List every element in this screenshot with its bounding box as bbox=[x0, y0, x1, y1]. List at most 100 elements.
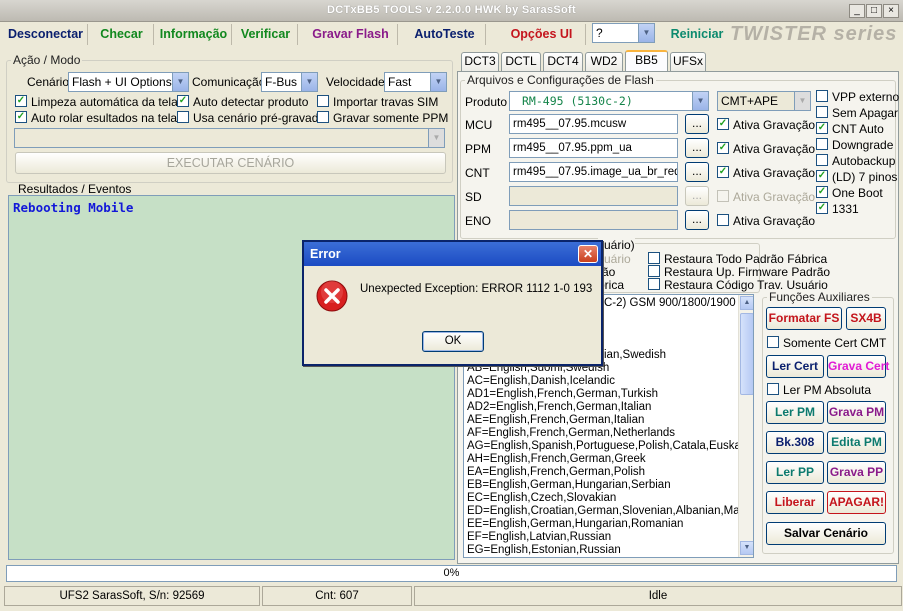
vpp-externo-checkbox[interactable] bbox=[816, 90, 828, 102]
ppm-browse-button[interactable]: ... bbox=[685, 138, 709, 158]
ler-pm-absoluta-checkbox[interactable] bbox=[767, 383, 779, 395]
bk308-button[interactable]: Bk.308 bbox=[766, 431, 824, 454]
tab-wd2[interactable]: WD2 bbox=[585, 52, 623, 71]
eno-file-field[interactable] bbox=[509, 210, 678, 230]
results-log-text: Rebooting Mobile bbox=[13, 200, 134, 215]
sd-ativa-checkbox[interactable] bbox=[717, 190, 729, 202]
cnt-file-field[interactable]: rm495__07.95.image_ua_br_red bbox=[509, 162, 678, 182]
formatar-fs-button[interactable]: Formatar FS bbox=[766, 307, 842, 330]
language-list-item[interactable]: AE=English,French,German,Italian bbox=[467, 414, 644, 427]
restaura-codigo-checkbox[interactable] bbox=[648, 278, 660, 290]
informacao-button[interactable]: Informação bbox=[156, 24, 232, 45]
autoteste-button[interactable]: AutoTeste bbox=[404, 24, 486, 45]
language-list-item[interactable]: EC=English,Czech,Slovakian bbox=[467, 492, 616, 505]
language-list-item[interactable]: AH=English,French,German,Greek bbox=[467, 453, 646, 466]
language-list-item[interactable]: AG=English,Spanish,Portuguese,Polish,Cat… bbox=[467, 440, 753, 453]
cnt-browse-button[interactable]: ... bbox=[685, 162, 709, 182]
checar-button[interactable]: Checar bbox=[90, 24, 154, 45]
language-list-item[interactable]: AF=English,French,German,Netherlands bbox=[467, 427, 675, 440]
ok-button[interactable]: OK bbox=[422, 331, 484, 352]
cmt-select[interactable]: CMT+APE ▼ bbox=[717, 91, 811, 111]
gravar-flash-button[interactable]: Gravar Flash bbox=[304, 24, 398, 45]
brand-logo: TWISTER series bbox=[730, 23, 898, 45]
grava-pp-button[interactable]: Grava PP bbox=[827, 461, 886, 484]
auto-detect-checkbox[interactable]: ✓ bbox=[177, 95, 189, 107]
ler-pp-button[interactable]: Ler PP bbox=[766, 461, 824, 484]
scroll-up-icon[interactable]: ▲ bbox=[740, 296, 753, 310]
sd-ativa-label: Ativa Gravação bbox=[733, 190, 816, 204]
auto-rolar-checkbox[interactable]: ✓ bbox=[15, 111, 27, 123]
1331-checkbox[interactable]: ✓ bbox=[816, 202, 828, 214]
dialog-close-button[interactable]: ✕ bbox=[578, 245, 598, 263]
maximize-button[interactable]: □ bbox=[866, 4, 882, 18]
mcu-ativa-checkbox[interactable]: ✓ bbox=[717, 118, 729, 130]
tab-dct3[interactable]: DCT3 bbox=[461, 52, 499, 71]
somente-cert-checkbox[interactable] bbox=[767, 336, 779, 348]
mcu-file-field[interactable]: rm495__07.95.mcusw bbox=[509, 114, 678, 134]
produto-select[interactable]: RM-495 (5130c-2) ▼ bbox=[509, 91, 709, 111]
sx4b-button[interactable]: SX4B bbox=[846, 307, 886, 330]
opcoes-ui-button[interactable]: Opções UI bbox=[498, 24, 586, 45]
apagar-button[interactable]: APAGAR! bbox=[827, 491, 886, 514]
ppm-ativa-checkbox[interactable]: ✓ bbox=[717, 142, 729, 154]
velocidade-select[interactable]: Fast ▼ bbox=[384, 72, 447, 92]
reiniciar-button[interactable]: Reiniciar bbox=[664, 24, 730, 45]
language-list-item[interactable]: EF=English,Latvian,Russian bbox=[467, 531, 611, 544]
ppm-file-field[interactable]: rm495__07.95.ppm_ua bbox=[509, 138, 678, 158]
language-scrollbar[interactable]: ▲ ▼ bbox=[738, 295, 753, 557]
ld-7-pinos-checkbox[interactable]: ✓ bbox=[816, 170, 828, 182]
tab-dct4[interactable]: DCT4 bbox=[543, 52, 583, 71]
cenario-select[interactable]: Flash + UI Options ▼ bbox=[68, 72, 189, 92]
grava-cert-button[interactable]: Grava Cert bbox=[827, 355, 889, 378]
sd-browse-button[interactable]: ... bbox=[685, 186, 709, 206]
tab-ufsx[interactable]: UFSx bbox=[670, 52, 706, 71]
scroll-down-icon[interactable]: ▼ bbox=[740, 541, 753, 555]
cnt-auto-checkbox[interactable]: ✓ bbox=[816, 122, 828, 134]
help-select[interactable]: ? ▼ bbox=[592, 23, 655, 43]
minimize-button[interactable]: _ bbox=[849, 4, 865, 18]
language-list-item[interactable]: EA=English,French,German,Polish bbox=[467, 466, 645, 479]
comunicacao-select[interactable]: F-Bus ▼ bbox=[261, 72, 318, 92]
language-list-item[interactable]: EE=English,German,Hungarian,Romanian bbox=[467, 518, 683, 531]
edita-pm-button[interactable]: Edita PM bbox=[827, 431, 886, 454]
tab-bb5[interactable]: BB5 bbox=[625, 50, 668, 72]
autobackup-checkbox[interactable] bbox=[816, 154, 828, 166]
executar-cenario-button[interactable]: EXECUTAR CENÁRIO bbox=[15, 152, 446, 174]
eno-ativa-checkbox[interactable] bbox=[717, 214, 729, 226]
grava-pm-button[interactable]: Grava PM bbox=[827, 401, 886, 424]
ler-cert-button[interactable]: Ler Cert bbox=[766, 355, 824, 378]
mcu-browse-button[interactable]: ... bbox=[685, 114, 709, 134]
language-list-item[interactable]: AC=English,Danish,Icelandic bbox=[467, 375, 615, 388]
usa-cenario-checkbox[interactable] bbox=[177, 111, 189, 123]
limpeza-checkbox[interactable]: ✓ bbox=[15, 95, 27, 107]
ld-7-pinos-label: (LD) 7 pinos bbox=[832, 170, 898, 184]
language-list-item[interactable]: AD2=English,French,German,Italian bbox=[467, 401, 651, 414]
eno-browse-button[interactable]: ... bbox=[685, 210, 709, 230]
status-bar: UFS2 SarasSoft, S/n: 92569 Cnt: 607 Idle bbox=[0, 586, 903, 606]
cnt-ativa-checkbox[interactable]: ✓ bbox=[717, 166, 729, 178]
scroll-thumb[interactable] bbox=[740, 313, 753, 395]
language-list-item[interactable]: EG=English,Estonian,Russian bbox=[467, 544, 621, 557]
importar-checkbox[interactable] bbox=[317, 95, 329, 107]
restaura-firmware-checkbox[interactable] bbox=[648, 265, 660, 277]
gravar-ppm-checkbox[interactable] bbox=[317, 111, 329, 123]
language-list-item[interactable]: AD1=English,French,German,Turkish bbox=[467, 388, 658, 401]
tab-dctl[interactable]: DCTL bbox=[501, 52, 541, 71]
verificar-button[interactable]: Verificar bbox=[234, 24, 298, 45]
sd-file-field[interactable] bbox=[509, 186, 678, 206]
ler-pm-button[interactable]: Ler PM bbox=[766, 401, 824, 424]
desconectar-button[interactable]: Desconectar bbox=[4, 24, 88, 45]
cenario-file-select[interactable]: ▼ bbox=[14, 128, 445, 148]
usa-cenario-label: Usa cenário pré-gravado bbox=[193, 111, 326, 125]
sem-apagar-checkbox[interactable] bbox=[816, 106, 828, 118]
dialog-message: Unexpected Exception: ERROR 1112 1-0 193 bbox=[360, 283, 593, 295]
liberar-button[interactable]: Liberar bbox=[766, 491, 824, 514]
chevron-down-icon: ▼ bbox=[692, 92, 708, 110]
one-boot-checkbox[interactable]: ✓ bbox=[816, 186, 828, 198]
language-list-item[interactable]: ED=English,Croatian,German,Slovenian,Alb… bbox=[467, 505, 753, 518]
salvar-cenario-button[interactable]: Salvar Cenário bbox=[766, 522, 886, 545]
language-list-item[interactable]: EB=English,German,Hungarian,Serbian bbox=[467, 479, 671, 492]
close-button[interactable]: × bbox=[883, 4, 899, 18]
restaura-fabrica-checkbox[interactable] bbox=[648, 252, 660, 264]
downgrade-checkbox[interactable] bbox=[816, 138, 828, 150]
